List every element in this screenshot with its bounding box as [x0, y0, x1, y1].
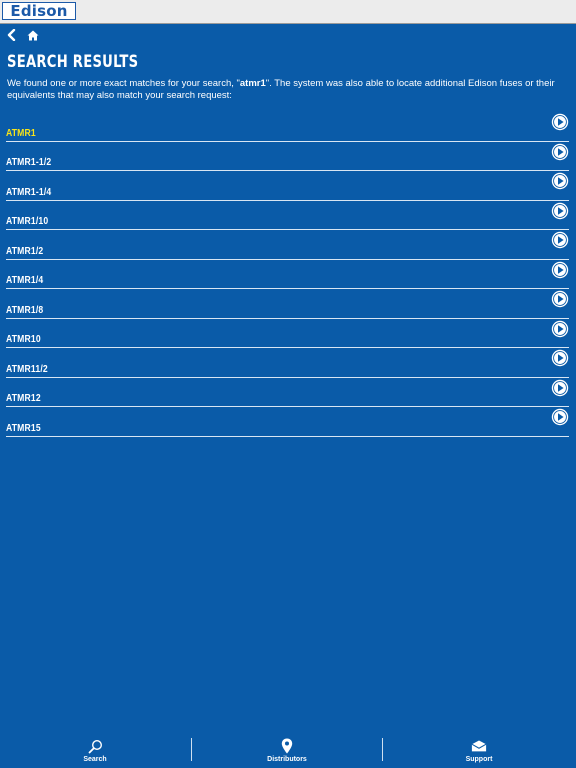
tab-distributors[interactable]: Distributors: [192, 733, 382, 768]
result-label: ATMR1/10: [6, 215, 49, 227]
result-label: ATMR1/4: [6, 274, 44, 286]
result-label: ATMR10: [6, 333, 41, 345]
result-label: ATMR1: [6, 126, 36, 139]
play-arrow-icon[interactable]: [551, 231, 569, 249]
envelope-icon: [471, 740, 487, 752]
play-arrow-icon[interactable]: [551, 261, 569, 279]
results-list: ATMR1 ATMR1-1/2 ATMR1-1/4 ATMR1/10 ATMR1/2 AT…: [6, 112, 569, 437]
result-row[interactable]: ATMR1: [6, 112, 569, 142]
play-arrow-icon[interactable]: [551, 113, 569, 131]
result-label: ATMR11/2: [6, 362, 48, 375]
tab-support-label: Support: [465, 756, 493, 763]
result-row[interactable]: ATMR1/10: [6, 201, 569, 230]
nav-bar: [4, 28, 40, 42]
search-query: atmr1: [239, 78, 266, 89]
bottom-tab-bar: Search Distributors Support: [0, 733, 576, 768]
result-label: ATMR1-1/4: [6, 185, 52, 198]
tab-search-label: Search: [83, 756, 107, 763]
result-label: ATMR1/8: [6, 303, 44, 316]
result-row[interactable]: ATMR1/8: [6, 289, 569, 319]
search-icon: [88, 739, 102, 753]
play-arrow-icon[interactable]: [551, 143, 569, 161]
result-row[interactable]: ATMR1/2: [6, 230, 569, 260]
result-row[interactable]: ATMR1-1/2: [6, 142, 569, 171]
result-row[interactable]: ATMR1/4: [6, 260, 569, 289]
result-label: ATMR15: [6, 421, 41, 434]
logo-text: Edison: [10, 1, 68, 20]
play-arrow-icon[interactable]: [551, 320, 569, 338]
edison-logo[interactable]: Edison: [2, 2, 76, 20]
result-row[interactable]: ATMR12: [6, 378, 569, 407]
play-arrow-icon[interactable]: [551, 349, 569, 367]
result-row[interactable]: ATMR10: [6, 319, 569, 348]
chevron-left-icon: [7, 29, 16, 41]
result-row[interactable]: ATMR11/2: [6, 348, 569, 378]
play-arrow-icon[interactable]: [551, 172, 569, 190]
play-arrow-icon[interactable]: [551, 290, 569, 308]
tab-divider: [382, 738, 383, 761]
location-pin-icon: [281, 738, 293, 754]
home-button[interactable]: [26, 28, 40, 42]
play-arrow-icon[interactable]: [551, 202, 569, 220]
tab-support[interactable]: Support: [384, 733, 574, 768]
result-row[interactable]: ATMR1-1/4: [6, 171, 569, 201]
play-arrow-icon[interactable]: [551, 379, 569, 397]
tab-search[interactable]: Search: [0, 733, 190, 768]
home-icon: [27, 30, 39, 40]
result-label: ATMR1-1/2: [6, 156, 52, 168]
back-button[interactable]: [4, 28, 18, 42]
desc-before: We found one or more exact matches for y…: [7, 78, 240, 89]
tab-distributors-label: Distributors: [267, 756, 307, 763]
top-bar: Edison: [0, 0, 576, 24]
result-label: ATMR1/2: [6, 244, 44, 257]
result-row[interactable]: ATMR15: [6, 407, 569, 437]
results-description: We found one or more exact matches for y…: [7, 78, 567, 101]
play-arrow-icon[interactable]: [551, 408, 569, 426]
page-title: SEARCH RESULTS: [7, 52, 139, 72]
result-label: ATMR12: [6, 392, 41, 404]
